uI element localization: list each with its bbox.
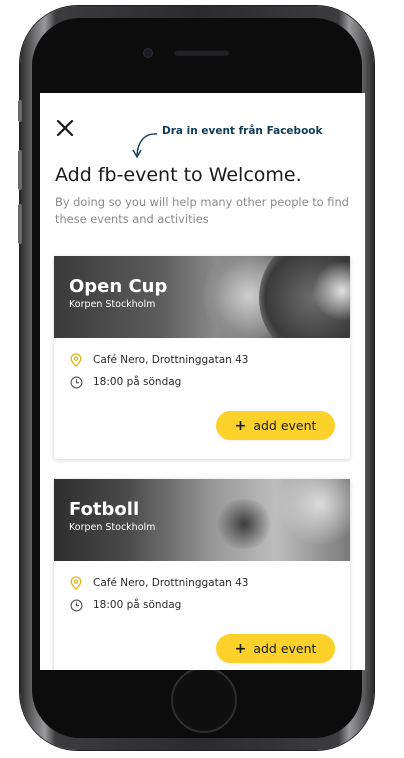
event-image: Open Cup Korpen Stockholm [54, 256, 350, 338]
close-icon[interactable] [56, 119, 74, 141]
annotation-text: Dra in event från Facebook [162, 125, 323, 137]
close-button[interactable] [54, 119, 76, 141]
event-card[interactable]: Open Cup Korpen Stockholm Café Nero, Dro… [54, 256, 350, 459]
page-title: Add fb-event to Welcome. [55, 164, 302, 186]
add-event-label: add event [253, 418, 317, 433]
event-card[interactable]: Fotboll Korpen Stockholm Café Nero, Drot… [54, 479, 350, 670]
add-event-button[interactable]: + add event [216, 634, 335, 663]
event-time: 18:00 på söndag [93, 376, 182, 388]
app-screen: Dra in event från Facebook Add fb-event … [40, 93, 365, 670]
add-event-label: add event [253, 641, 317, 656]
event-location: Café Nero, Drottninggatan 43 [93, 577, 249, 589]
location-pin-icon [69, 353, 83, 367]
event-title: Open Cup [69, 276, 168, 297]
clock-icon [69, 598, 83, 612]
annotation-arrow-icon [132, 133, 158, 159]
event-image: Fotboll Korpen Stockholm [54, 479, 350, 561]
volume-down-button [18, 204, 22, 244]
plus-icon: + [234, 417, 247, 434]
event-location-row: Café Nero, Drottninggatan 43 [69, 353, 249, 367]
event-time: 18:00 på söndag [93, 599, 182, 611]
clock-icon [69, 375, 83, 389]
event-time-row: 18:00 på söndag [69, 598, 181, 612]
event-organizer: Korpen Stockholm [69, 522, 156, 533]
event-organizer: Korpen Stockholm [69, 299, 156, 310]
home-button[interactable] [171, 667, 237, 733]
event-title: Fotboll [69, 499, 140, 520]
mute-switch [18, 100, 22, 122]
location-pin-icon [69, 576, 83, 590]
earpiece-speaker [174, 49, 230, 56]
plus-icon: + [234, 640, 247, 657]
event-time-row: 18:00 på söndag [69, 375, 181, 389]
event-location-row: Café Nero, Drottninggatan 43 [69, 576, 249, 590]
front-camera [143, 48, 153, 58]
volume-up-button [18, 150, 22, 190]
add-event-button[interactable]: + add event [216, 411, 335, 440]
page-subtitle: By doing so you will help many other peo… [55, 195, 349, 226]
event-location: Café Nero, Drottninggatan 43 [93, 354, 249, 366]
